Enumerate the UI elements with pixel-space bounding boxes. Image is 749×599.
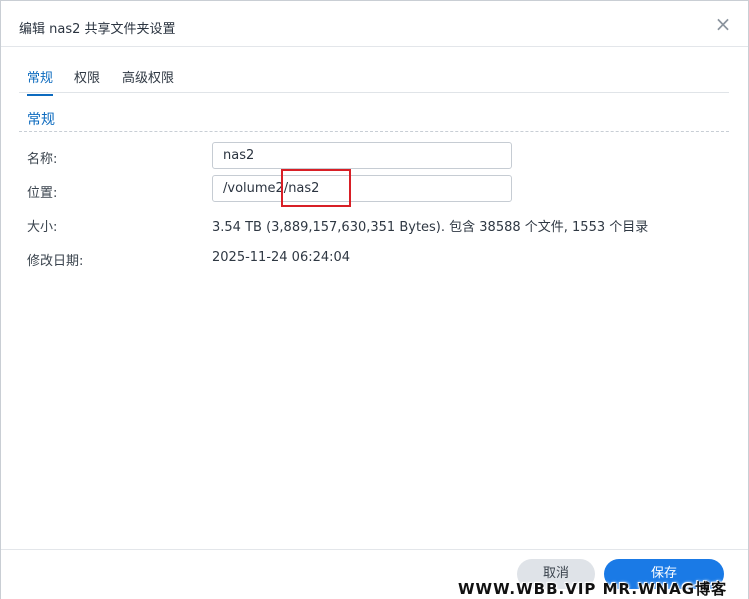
location-label: 位置: bbox=[27, 186, 58, 201]
section-divider bbox=[19, 131, 729, 132]
tab-bar: 常规 权限 高级权限 bbox=[19, 59, 729, 96]
size-value: 3.54 TB (3,889,157,630,351 Bytes). 包含 38… bbox=[212, 220, 649, 235]
tab-advanced-permissions[interactable]: 高级权限 bbox=[122, 67, 174, 92]
dialog-titlebar: 编辑 nas2 共享文件夹设置 × bbox=[1, 1, 748, 47]
close-icon[interactable]: × bbox=[712, 14, 734, 36]
name-label: 名称: bbox=[27, 152, 58, 167]
shared-folder-settings-dialog: 编辑 nas2 共享文件夹设置 × 常规 权限 高级权限 常规 名称: 位置: … bbox=[0, 0, 749, 599]
size-label: 大小: bbox=[27, 220, 58, 235]
tab-permissions[interactable]: 权限 bbox=[74, 67, 100, 92]
annotation-highlight-box bbox=[281, 169, 351, 207]
watermark: WWW.WBB.VIP MR.WNAG博客 bbox=[458, 580, 728, 598]
tab-general[interactable]: 常规 bbox=[27, 67, 54, 96]
section-title: 常规 bbox=[27, 112, 55, 128]
name-field[interactable] bbox=[212, 142, 512, 169]
modified-date-value: 2025-11-24 06:24:04 bbox=[212, 250, 351, 265]
location-field[interactable] bbox=[212, 175, 512, 202]
dialog-title: 编辑 nas2 共享文件夹设置 bbox=[19, 22, 176, 37]
modified-date-label: 修改日期: bbox=[27, 254, 84, 269]
